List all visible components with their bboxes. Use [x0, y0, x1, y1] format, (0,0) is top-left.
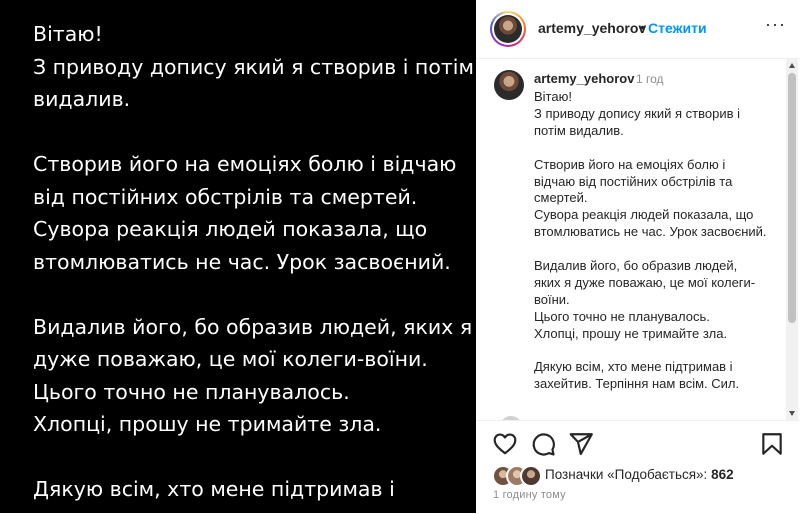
heart-icon[interactable]	[492, 431, 518, 457]
post-text-line: від постійних обстрілів та смертей.	[33, 184, 418, 209]
follow-button[interactable]: Стежити	[648, 20, 707, 36]
comments-section[interactable]: artemy_yehorov 1 год Вітаю! З приводу доп…	[476, 59, 786, 420]
author-username[interactable]: artemy_yehorov	[538, 20, 646, 36]
liker-avatar[interactable]	[520, 465, 542, 487]
post-text-line: Цього точно не планувалось.	[33, 379, 350, 404]
caption-time[interactable]: 1 год	[636, 72, 664, 86]
caption-line: воїни.	[534, 291, 570, 307]
separator-dot: •	[640, 19, 645, 35]
comment-icon[interactable]	[530, 431, 556, 457]
caption-line: втомлюватись не час. Урок засвоєний.	[534, 224, 767, 240]
caption-line: Цього точно не планувалось.	[534, 308, 710, 324]
caption-line: Сувора реакція людей показала, що	[534, 207, 754, 223]
caption-line: захейтив. Терпіння нам всім. Сил.	[534, 376, 740, 392]
caption-line: потім видалив.	[534, 122, 624, 138]
likes-label: Позначки «Подобається»:	[545, 467, 708, 482]
post-header: artemy_yehorov • Стежити ···	[476, 0, 800, 59]
post-image-text: Вітаю! З приводу допису який я створив і …	[33, 18, 474, 506]
post-text-line: Вітаю!	[33, 22, 103, 46]
post-text-line: Створив його на емоціях болю і відчаю	[33, 152, 457, 176]
caption-text: Вітаю! З приводу допису який я створив іп…	[534, 89, 774, 393]
scroll-down-icon[interactable]	[789, 411, 795, 416]
caption-line: відчаю від постійних обстрілів та	[534, 173, 733, 189]
caption-username[interactable]: artemy_yehorov	[534, 71, 634, 86]
comments-scrollbar[interactable]	[786, 59, 798, 420]
likes-number: 862	[711, 467, 734, 482]
caption-line: Вітаю!	[534, 89, 572, 104]
scrollbar-thumb[interactable]	[788, 73, 796, 323]
scroll-up-icon[interactable]	[789, 63, 795, 68]
caption-line: З приводу допису який я створив і	[534, 105, 740, 121]
post-text-line: дуже поважаю, це мої колеги-воїни.	[33, 347, 428, 371]
caption-line: яких я дуже поважаю, це мої колеги-	[534, 274, 756, 290]
post-text-line: Хлопці, прошу не тримайте зла.	[33, 412, 382, 436]
post-text-line: Дякую всім, хто мене підтримав і	[33, 477, 395, 501]
post-text-line: Сувора реакція людей показала, що	[33, 217, 428, 241]
caption-line: Видалив його, бо образив людей,	[534, 258, 738, 274]
post-text-line: видалив.	[33, 87, 131, 111]
post-text-line: втомлюватись не час. Урок засвоєний.	[33, 249, 451, 274]
post-text-line: Видалив його, бо образив людей, яких я	[33, 314, 473, 339]
more-options-icon[interactable]: ···	[765, 14, 786, 35]
likes-count[interactable]: Позначки «Подобається»: 862	[545, 467, 734, 482]
bookmark-icon[interactable]	[759, 431, 785, 457]
caption-line: Створив його на емоціях болю і	[534, 156, 726, 172]
caption-line: Хлопці, прошу не тримайте зла.	[534, 325, 728, 341]
caption-line: смертей.	[534, 190, 588, 206]
post-date[interactable]: 1 годину тому	[493, 489, 566, 501]
share-icon[interactable]	[568, 431, 594, 457]
caption-line: Дякую всім, хто мене підтримав і	[534, 359, 733, 375]
post-actions: Позначки «Подобається»: 862 1 годину том…	[476, 420, 800, 514]
post-image[interactable]: Вітаю! З приводу допису який я створив і …	[0, 0, 476, 513]
author-avatar[interactable]	[490, 11, 526, 47]
caption-avatar[interactable]	[494, 70, 524, 100]
post-side-panel: artemy_yehorov • Стежити ··· artemy_yeho…	[476, 0, 800, 513]
post-text-line: З приводу допису який я створив і потім	[33, 54, 474, 79]
